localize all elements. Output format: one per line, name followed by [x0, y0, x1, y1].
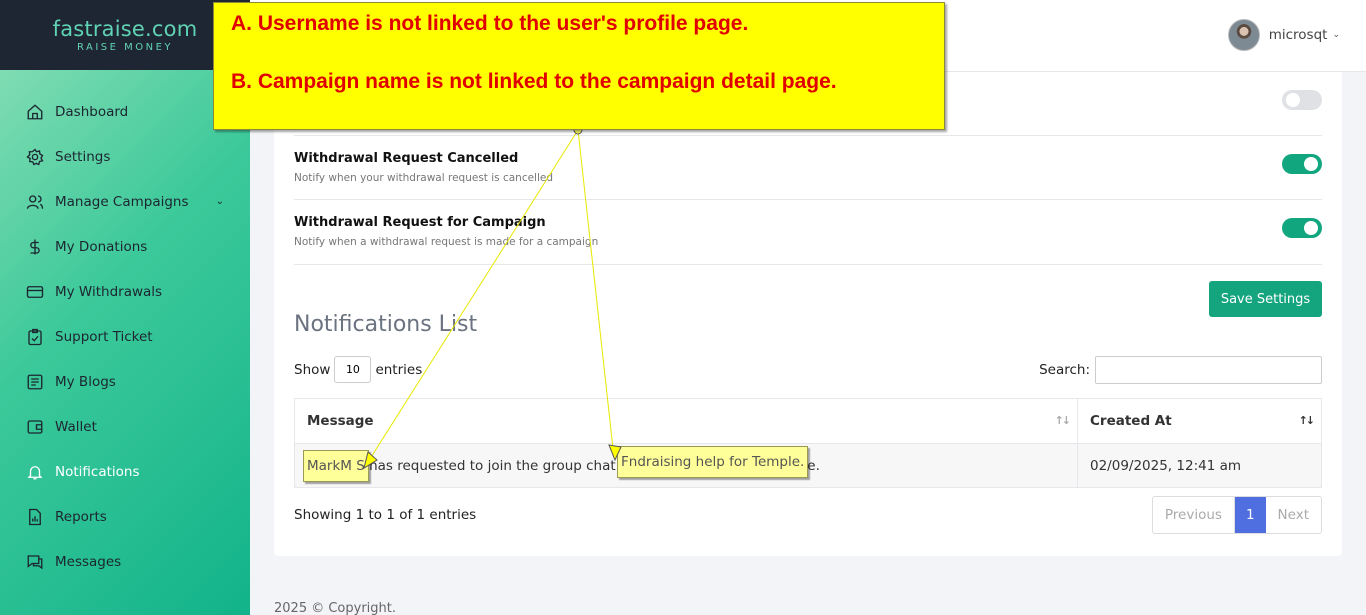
column-label: Message — [307, 413, 374, 429]
sidebar-nav: Dashboard Settings Manage Campaigns ⌄ My… — [0, 70, 250, 584]
setting-description: Notify when a withdrawal request is made… — [294, 236, 599, 248]
avatar[interactable] — [1227, 19, 1260, 51]
pagination: Previous 1 Next — [1151, 496, 1322, 534]
search-label: Search: — [1039, 362, 1090, 378]
sidebar-item-label: Manage Campaigns — [55, 193, 189, 210]
sidebar-item-notifications[interactable]: Notifications — [0, 449, 250, 494]
sidebar-item-my-donations[interactable]: My Donations — [0, 224, 250, 269]
user-name: microsqt — [1268, 27, 1328, 43]
setting-toggle[interactable] — [1282, 154, 1322, 174]
annotation-line-b: B. Campaign name is not linked to the ca… — [231, 70, 837, 93]
next-button[interactable]: Next — [1266, 497, 1321, 533]
sidebar-item-wallet[interactable]: Wallet — [0, 404, 250, 449]
sidebar-item-label: Wallet — [55, 418, 97, 435]
entries-length: Show entries — [294, 356, 422, 383]
sort-icon: ↑↓ — [1054, 414, 1072, 427]
credit-card-icon — [25, 282, 45, 302]
setting-title: Withdrawal Request Cancelled — [294, 151, 519, 166]
notifications-list-title: Notifications List — [294, 312, 478, 337]
annotation-tag-campaign: Fndraising help for Temple. — [617, 446, 809, 478]
gear-icon — [25, 147, 45, 167]
chevron-down-icon: ⌄ — [1332, 30, 1340, 40]
document-icon — [25, 372, 45, 392]
wallet-icon — [25, 417, 45, 437]
sidebar-item-label: Support Ticket — [55, 328, 153, 345]
brand-tagline: RAISE MONEY — [76, 42, 174, 53]
setting-row-withdrawal-campaign: Withdrawal Request for Campaign Notify w… — [294, 200, 1322, 265]
dollar-icon — [25, 237, 45, 257]
setting-title: Withdrawal Request for Campaign — [294, 215, 546, 230]
sidebar-item-messages[interactable]: Messages — [0, 539, 250, 584]
report-icon — [25, 507, 45, 527]
save-settings-button[interactable]: Save Settings — [1209, 281, 1322, 317]
sidebar-item-label: Dashboard — [55, 103, 129, 120]
column-header-created-at[interactable]: Created At ↑↓ — [1077, 398, 1322, 444]
annotation-line-a: A. Username is not linked to the user's … — [231, 12, 749, 35]
sidebar-item-my-blogs[interactable]: My Blogs — [0, 359, 250, 404]
chat-icon — [25, 552, 45, 572]
sidebar-item-support-ticket[interactable]: Support Ticket — [0, 314, 250, 359]
sidebar-item-label: My Donations — [55, 238, 148, 255]
bell-icon — [25, 462, 45, 482]
footer-copyright: 2025 © Copyright. — [274, 601, 397, 615]
setting-toggle[interactable] — [1282, 90, 1322, 110]
entries-label: entries — [375, 361, 423, 378]
entries-select[interactable] — [334, 356, 372, 383]
users-icon — [25, 192, 45, 212]
sort-icon: ↑↓ — [1298, 414, 1316, 427]
table-header-row: Message ↑↓ Created At ↑↓ — [294, 398, 1322, 444]
column-label: Created At — [1090, 413, 1172, 429]
table-search: Search: — [1039, 356, 1322, 384]
sidebar-item-my-withdrawals[interactable]: My Withdrawals — [0, 269, 250, 314]
sidebar-item-manage-campaigns[interactable]: Manage Campaigns ⌄ — [0, 179, 250, 224]
search-input[interactable] — [1095, 356, 1322, 384]
page-1-button[interactable]: 1 — [1234, 497, 1266, 533]
show-label: Show — [294, 361, 331, 378]
sidebar-item-label: My Withdrawals — [55, 283, 163, 300]
sidebar-item-reports[interactable]: Reports — [0, 494, 250, 539]
notification-settings-card: Withdrawal Request Cancelled Notify when… — [274, 72, 1342, 556]
user-menu[interactable]: microsqt ⌄ — [1227, 19, 1340, 51]
setting-row-withdrawal-cancelled: Withdrawal Request Cancelled Notify when… — [294, 136, 1322, 200]
table-info: Showing 1 to 1 of 1 entries — [294, 507, 477, 523]
clipboard-check-icon — [25, 327, 45, 347]
previous-button[interactable]: Previous — [1153, 497, 1235, 533]
setting-toggle[interactable] — [1282, 218, 1322, 238]
sidebar-item-label: Settings — [55, 148, 111, 165]
chevron-down-icon[interactable]: ⌄ — [216, 196, 224, 207]
sidebar-item-label: Reports — [55, 508, 107, 525]
sidebar-item-label: My Blogs — [55, 373, 116, 390]
brand-name: fastraise.com — [52, 17, 198, 41]
created-at-cell: 02/09/2025, 12:41 am — [1077, 443, 1322, 488]
setting-description: Notify when your withdrawal request is c… — [294, 172, 554, 184]
sidebar-item-settings[interactable]: Settings — [0, 134, 250, 179]
sidebar-item-label: Messages — [55, 553, 122, 570]
home-icon — [25, 102, 45, 122]
annotation-callout: A. Username is not linked to the user's … — [213, 2, 945, 130]
sidebar-item-label: Notifications — [55, 463, 140, 480]
column-header-message[interactable]: Message ↑↓ — [294, 398, 1078, 444]
annotation-tag-username: MarkM S — [303, 450, 369, 482]
